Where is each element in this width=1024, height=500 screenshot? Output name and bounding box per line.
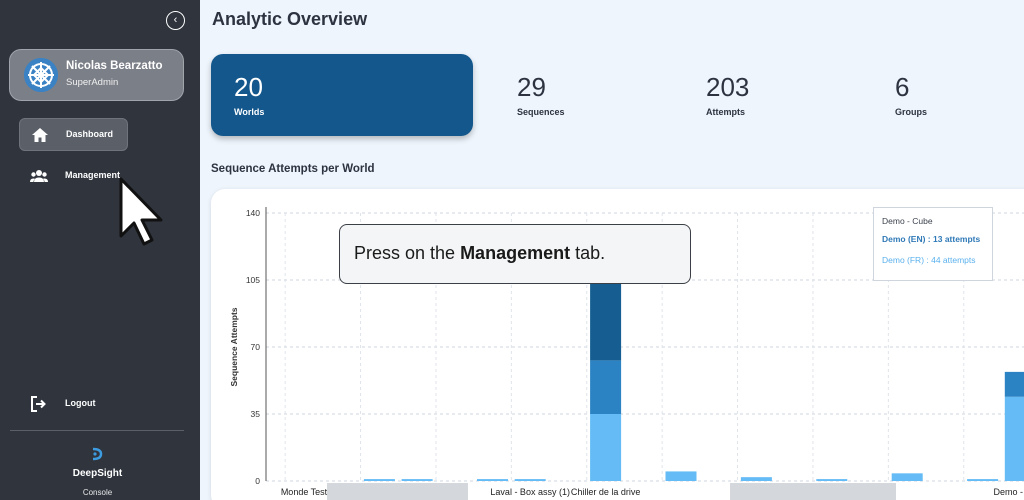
stat-card-worlds[interactable]: 20 Worlds bbox=[211, 54, 473, 136]
chart-bar bbox=[401, 479, 433, 481]
sidebar: ‹ Nicolas Bearzatto SuperAdmin Dashboard bbox=[0, 0, 200, 500]
chart-legend: Demo - Cube Demo (EN) : 13 attempts Demo… bbox=[873, 207, 993, 281]
chart-bar bbox=[590, 360, 622, 414]
stat-value: 203 bbox=[706, 72, 750, 102]
section-title: Sequence Attempts per World bbox=[211, 163, 375, 175]
x-tick-label: Demo - Cube bbox=[994, 487, 1024, 497]
brand-subtitle: Console bbox=[82, 488, 113, 497]
chart-bar bbox=[590, 283, 622, 361]
tooltip-prefix: Press on the bbox=[354, 243, 461, 263]
chart-bar bbox=[967, 479, 999, 481]
chart-bar bbox=[740, 477, 772, 481]
redacted-label bbox=[730, 483, 896, 500]
sidebar-divider bbox=[10, 430, 184, 431]
stat-card-groups[interactable]: 6 Groups bbox=[872, 54, 1022, 136]
legend-entry: Demo (FR) : 44 attempts bbox=[882, 255, 976, 265]
legend-title: Demo - Cube bbox=[882, 216, 933, 226]
logout-label: Logout bbox=[65, 398, 96, 408]
stat-label: Worlds bbox=[234, 107, 265, 117]
sidebar-item-dashboard[interactable]: Dashboard bbox=[19, 118, 128, 151]
tooltip-suffix: tab. bbox=[570, 243, 606, 263]
sidebar-item-label: Dashboard bbox=[66, 129, 114, 139]
y-tick-label: 70 bbox=[251, 342, 261, 352]
user-name: Nicolas Bearzatto bbox=[66, 60, 163, 72]
y-axis-label: Sequence Attempts bbox=[229, 307, 239, 386]
chart-bar bbox=[891, 473, 923, 481]
sidebar-item-label: Management bbox=[65, 170, 121, 180]
legend-entry: Demo (EN) : 13 attempts bbox=[882, 234, 981, 244]
chart-bar bbox=[816, 479, 848, 481]
y-tick-label: 35 bbox=[251, 409, 261, 419]
chart-bar bbox=[665, 471, 697, 481]
stat-card-sequences[interactable]: 29 Sequences bbox=[494, 54, 684, 136]
stat-label: Sequences bbox=[517, 107, 565, 117]
tutorial-tooltip: Press on the Management tab. bbox=[339, 224, 691, 284]
chart-bar bbox=[590, 414, 622, 481]
home-icon bbox=[32, 128, 48, 142]
mouse-cursor-icon bbox=[119, 177, 163, 246]
redacted-label bbox=[327, 483, 468, 500]
avatar bbox=[24, 58, 58, 92]
stat-value: 20 bbox=[234, 72, 263, 102]
stat-value: 29 bbox=[517, 72, 546, 102]
logout-icon bbox=[31, 396, 46, 412]
tooltip-bold: Management bbox=[460, 243, 571, 263]
chart-bar bbox=[363, 479, 395, 481]
logout-button[interactable]: Logout bbox=[19, 388, 128, 421]
chart-bar bbox=[1004, 396, 1024, 481]
chevron-left-icon[interactable]: ‹ bbox=[166, 11, 185, 30]
page-title: Analytic Overview bbox=[212, 9, 368, 29]
y-tick-label: 0 bbox=[255, 476, 260, 486]
stat-value: 6 bbox=[895, 72, 910, 102]
x-tick-label: Monde Test bbox=[281, 487, 328, 497]
stat-label: Groups bbox=[895, 107, 928, 117]
x-tick-label: Chiller de la drive bbox=[571, 487, 641, 497]
sidebar-item-management[interactable]: Management bbox=[19, 160, 128, 193]
user-card[interactable]: Nicolas Bearzatto SuperAdmin bbox=[9, 49, 184, 101]
chart-bar bbox=[1004, 371, 1024, 397]
chart-bar bbox=[477, 479, 508, 481]
stat-card-attempts[interactable]: 203 Attempts bbox=[683, 54, 873, 136]
user-role: SuperAdmin bbox=[66, 77, 119, 88]
x-tick-label: Laval - Box assy (1) bbox=[490, 487, 570, 497]
y-tick-label: 105 bbox=[246, 275, 260, 285]
stat-label: Attempts bbox=[706, 107, 746, 117]
y-tick-label: 140 bbox=[246, 208, 260, 218]
snowflake-avatar-icon bbox=[24, 58, 58, 92]
deepsight-logo-icon bbox=[92, 447, 103, 461]
brand-name: DeepSight bbox=[72, 468, 123, 479]
chart-bar bbox=[514, 479, 546, 481]
users-icon bbox=[30, 170, 48, 182]
